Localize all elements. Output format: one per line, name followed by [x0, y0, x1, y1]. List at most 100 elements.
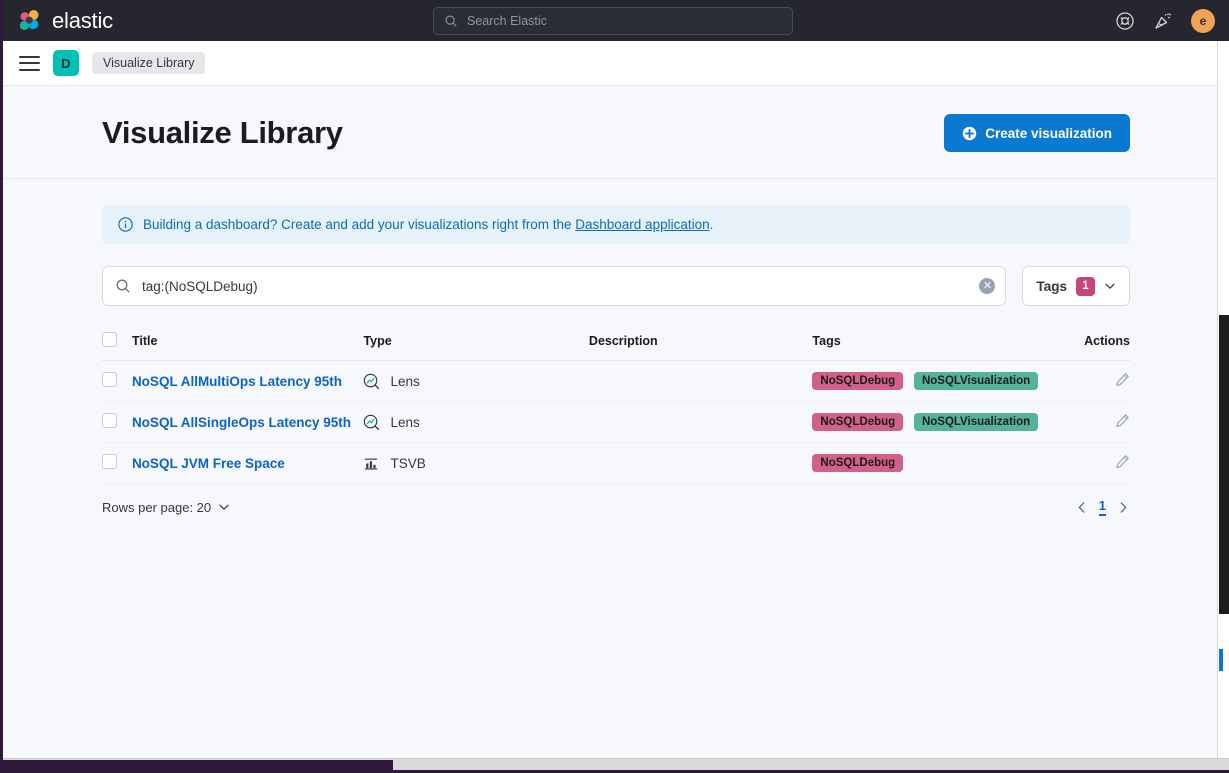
- row-type-label: TSVB: [390, 456, 425, 471]
- brand-name: elastic: [52, 8, 113, 34]
- callout-text: Building a dashboard? Create and add you…: [143, 217, 713, 232]
- chevron-right-icon[interactable]: [1117, 501, 1130, 514]
- visualization-link[interactable]: NoSQL JVM Free Space: [132, 456, 285, 471]
- row-title-cell: NoSQL AllMultiOps Latency 95th: [132, 361, 364, 402]
- tags-filter-label: Tags: [1036, 279, 1067, 294]
- page-number-1[interactable]: 1: [1099, 498, 1106, 516]
- help-circle-icon[interactable]: [1115, 11, 1135, 31]
- table-row: NoSQL AllSingleOps Latency 95th Lens: [102, 402, 1130, 443]
- brand[interactable]: elastic: [17, 8, 113, 34]
- table-row: NoSQL JVM Free Space TSVB: [102, 443, 1130, 484]
- page-header: Visualize Library Create visualization: [3, 86, 1229, 179]
- row-tags-cell: NoSQLDebug NoSQLVisualization: [812, 402, 1068, 443]
- callout-text-after: .: [710, 217, 714, 232]
- chevron-down-icon: [1104, 280, 1116, 292]
- row-title-cell: NoSQL AllSingleOps Latency 95th: [132, 402, 364, 443]
- search-icon: [115, 278, 131, 294]
- main-content: Building a dashboard? Create and add you…: [3, 179, 1229, 516]
- row-type-label: Lens: [390, 415, 419, 430]
- page-title: Visualize Library: [102, 115, 343, 151]
- vertical-scrollbar-thumb[interactable]: [1219, 315, 1229, 614]
- column-header-actions: Actions: [1068, 324, 1130, 361]
- search-input[interactable]: tag:(NoSQLDebug) ✕: [102, 266, 1006, 306]
- row-type-label: Lens: [390, 374, 419, 389]
- table-header-row: Title Type Description Tags Actions: [102, 324, 1130, 361]
- search-icon: [444, 14, 458, 28]
- user-avatar[interactable]: e: [1191, 9, 1215, 33]
- table-footer: Rows per page: 20 1: [102, 484, 1130, 516]
- row-checkbox[interactable]: [102, 372, 117, 387]
- vertical-scrollbar[interactable]: [1217, 41, 1229, 758]
- row-type-cell: TSVB: [363, 443, 588, 484]
- row-type-cell: Lens: [363, 361, 588, 402]
- global-search-input[interactable]: Search Elastic: [433, 7, 793, 35]
- row-actions-cell: [1068, 361, 1130, 402]
- pencil-edit-icon[interactable]: [1115, 454, 1130, 469]
- visualizations-table: Title Type Description Tags Actions NoSQ…: [102, 324, 1130, 484]
- tags-filter-button[interactable]: Tags 1: [1022, 266, 1130, 306]
- row-select-cell: [102, 402, 132, 443]
- dashboard-application-link[interactable]: Dashboard application: [575, 217, 709, 232]
- info-circle-icon: [118, 217, 133, 232]
- select-all-checkbox[interactable]: [102, 332, 117, 347]
- row-title-cell: NoSQL JVM Free Space: [132, 443, 364, 484]
- tag-pill[interactable]: NoSQLVisualization: [914, 372, 1038, 390]
- chevron-left-icon[interactable]: [1075, 501, 1088, 514]
- table-body: NoSQL AllMultiOps Latency 95th Lens: [102, 361, 1130, 484]
- search-row: tag:(NoSQLDebug) ✕ Tags 1: [102, 266, 1130, 306]
- breadcrumb-bar: D Visualize Library: [3, 41, 1229, 86]
- column-header-type[interactable]: Type: [363, 324, 588, 361]
- rows-per-page-label: Rows per page: 20: [102, 500, 211, 515]
- row-description-cell: [589, 402, 813, 443]
- tag-pill[interactable]: NoSQLDebug: [812, 454, 903, 472]
- column-header-title[interactable]: Title: [132, 324, 364, 361]
- global-header: elastic Search Elastic e: [3, 0, 1229, 41]
- select-all-header: [102, 324, 132, 361]
- horizontal-scrollbar[interactable]: [3, 758, 1229, 770]
- row-tags-cell: NoSQLDebug: [812, 443, 1068, 484]
- plus-circle-icon: [962, 126, 977, 141]
- visualization-link[interactable]: NoSQL AllSingleOps Latency 95th: [132, 415, 351, 430]
- tag-pill[interactable]: NoSQLDebug: [812, 413, 903, 431]
- announcement-party-icon[interactable]: [1153, 11, 1173, 31]
- tsvb-icon: [363, 455, 380, 472]
- lens-icon: [363, 414, 380, 431]
- breadcrumb-visualize-library[interactable]: Visualize Library: [92, 52, 205, 74]
- horizontal-scrollbar-thumb[interactable]: [3, 760, 393, 770]
- row-actions-cell: [1068, 402, 1130, 443]
- elastic-logo-icon: [17, 8, 43, 34]
- row-description-cell: [589, 443, 813, 484]
- global-search-placeholder: Search Elastic: [467, 14, 547, 28]
- row-checkbox[interactable]: [102, 454, 117, 469]
- row-type-cell: Lens: [363, 402, 588, 443]
- row-description-cell: [589, 361, 813, 402]
- create-visualization-label: Create visualization: [985, 126, 1112, 141]
- row-select-cell: [102, 361, 132, 402]
- header-actions: e: [1115, 0, 1215, 41]
- column-header-description[interactable]: Description: [589, 324, 813, 361]
- lens-icon: [363, 373, 380, 390]
- space-badge[interactable]: D: [53, 50, 79, 76]
- pencil-edit-icon[interactable]: [1115, 372, 1130, 387]
- clear-search-icon[interactable]: ✕: [979, 278, 995, 294]
- create-visualization-button[interactable]: Create visualization: [944, 114, 1130, 152]
- tags-filter-count: 1: [1076, 277, 1095, 296]
- table-row: NoSQL AllMultiOps Latency 95th Lens: [102, 361, 1130, 402]
- pencil-edit-icon[interactable]: [1115, 413, 1130, 428]
- tag-pill[interactable]: NoSQLDebug: [812, 372, 903, 390]
- visualization-link[interactable]: NoSQL AllMultiOps Latency 95th: [132, 374, 342, 389]
- search-input-value: tag:(NoSQLDebug): [142, 279, 258, 294]
- callout-text-before: Building a dashboard? Create and add you…: [143, 217, 575, 232]
- chevron-down-icon: [218, 501, 230, 513]
- rows-per-page-button[interactable]: Rows per page: 20: [102, 500, 230, 515]
- vertical-scrollbar-marker: [1219, 649, 1223, 671]
- tag-pill[interactable]: NoSQLVisualization: [914, 413, 1038, 431]
- hamburger-menu-icon[interactable]: [19, 56, 40, 71]
- column-header-tags[interactable]: Tags: [812, 324, 1068, 361]
- app-viewport: elastic Search Elastic e: [0, 0, 1229, 773]
- row-tags-cell: NoSQLDebug NoSQLVisualization: [812, 361, 1068, 402]
- row-actions-cell: [1068, 443, 1130, 484]
- dashboard-callout: Building a dashboard? Create and add you…: [102, 205, 1130, 244]
- row-select-cell: [102, 443, 132, 484]
- row-checkbox[interactable]: [102, 413, 117, 428]
